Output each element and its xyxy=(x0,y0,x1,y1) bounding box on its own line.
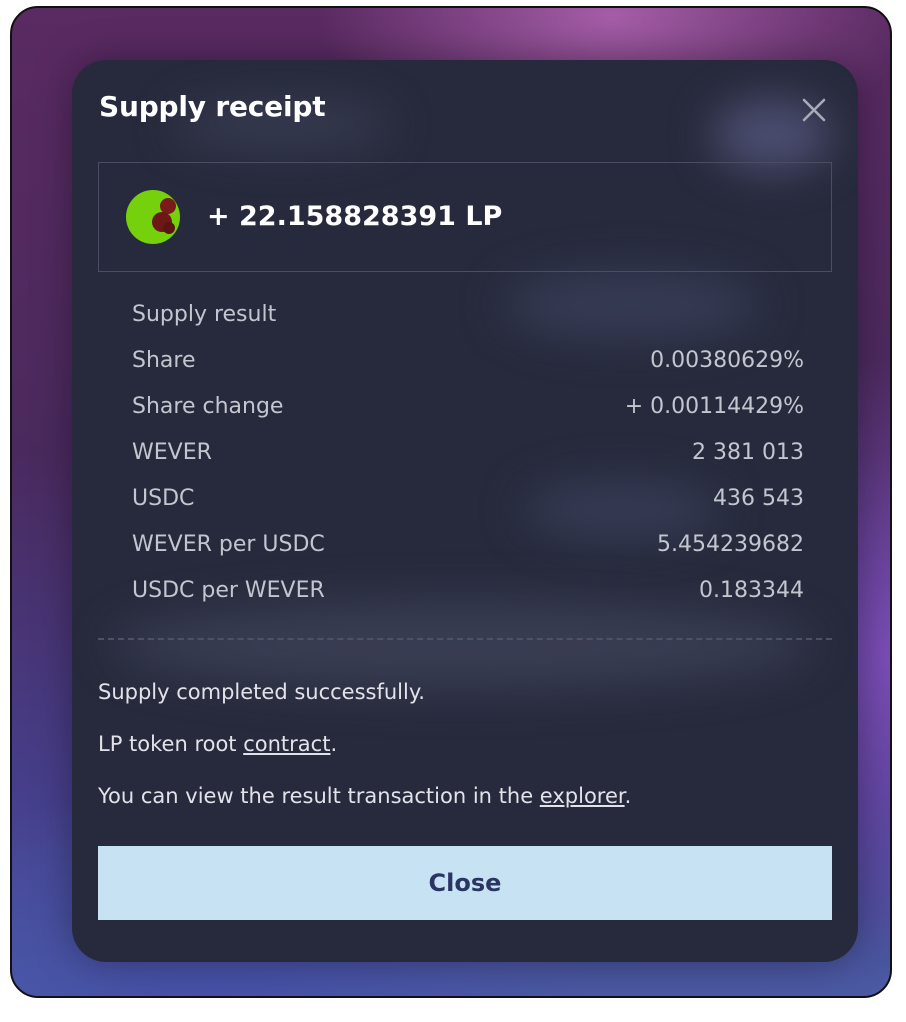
success-message: Supply completed successfully. xyxy=(98,680,425,704)
close-icon[interactable] xyxy=(800,96,828,124)
detail-value: 436 543 xyxy=(713,486,804,511)
explorer-suffix: . xyxy=(624,784,632,808)
lp-root-message: LP token root contract. xyxy=(98,732,337,756)
detail-row-share-change: Share change + 0.00114429% xyxy=(132,388,804,434)
explorer-message: You can view the result transaction in t… xyxy=(98,784,631,808)
detail-label: Share change xyxy=(132,394,284,419)
detail-row-share: Share 0.00380629% xyxy=(132,342,804,388)
modal-title: Supply receipt xyxy=(99,90,326,123)
detail-label: WEVER per USDC xyxy=(132,532,325,557)
supply-result-details: Supply result Share 0.00380629% Share ch… xyxy=(132,296,804,618)
lp-amount: + 22.158828391 LP xyxy=(207,201,503,232)
detail-row-usdc: USDC 436 543 xyxy=(132,480,804,526)
received-token-box: + 22.158828391 LP xyxy=(98,162,832,272)
detail-label: Share xyxy=(132,348,196,373)
supply-result-heading-row: Supply result xyxy=(132,296,804,342)
contract-link[interactable]: contract xyxy=(243,732,330,756)
detail-row-usdc-per-wever: USDC per WEVER 0.183344 xyxy=(132,572,804,618)
detail-row-wever-per-usdc: WEVER per USDC 5.454239682 xyxy=(132,526,804,572)
supply-result-heading: Supply result xyxy=(132,302,277,327)
explorer-link[interactable]: explorer xyxy=(540,784,625,808)
detail-value: 5.454239682 xyxy=(657,532,804,557)
detail-value: 0.00380629% xyxy=(650,348,804,373)
supply-receipt-modal: Supply receipt + 22.158828391 LP Supply … xyxy=(72,60,858,962)
detail-label: WEVER xyxy=(132,440,212,465)
detail-value: 0.183344 xyxy=(699,578,804,603)
lp-root-prefix: LP token root xyxy=(98,732,244,756)
explorer-prefix: You can view the result transaction in t… xyxy=(98,784,540,808)
lp-root-suffix: . xyxy=(330,732,338,756)
dashed-divider xyxy=(98,638,832,640)
detail-label: USDC xyxy=(132,486,195,511)
detail-value: + 0.00114429% xyxy=(624,394,804,419)
detail-label: USDC per WEVER xyxy=(132,578,325,603)
close-button[interactable]: Close xyxy=(98,846,832,920)
app-background: Supply receipt + 22.158828391 LP Supply … xyxy=(10,6,892,998)
detail-row-wever: WEVER 2 381 013 xyxy=(132,434,804,480)
detail-value: 2 381 013 xyxy=(692,440,804,465)
lp-token-icon xyxy=(126,190,180,244)
